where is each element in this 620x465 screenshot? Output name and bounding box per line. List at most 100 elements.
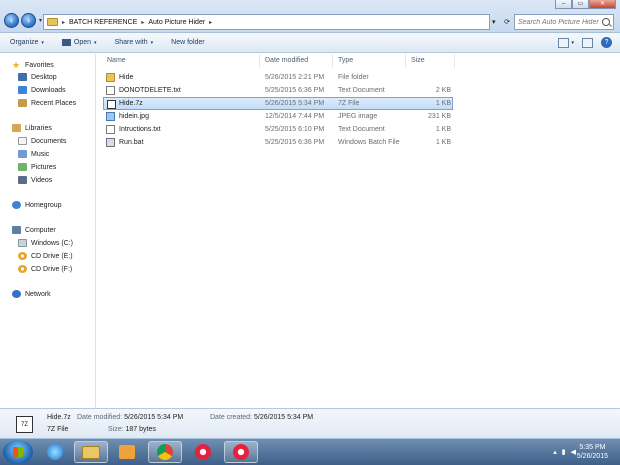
file-name: DONOTDELETE.txt [119,87,181,94]
nav-music[interactable]: Music [18,150,49,158]
network-tray-icon[interactable]: ▮ [562,448,566,456]
taskbar: ▴ ▮ ◀ 5:35 PM 5/26/2015 [0,438,620,465]
maximize-button[interactable]: ▭ [572,0,589,9]
file-row[interactable]: hidein.jpg 12/5/2014 7:44 PM JPEG image … [103,110,453,123]
show-hidden-icons-icon[interactable]: ▴ [553,448,557,456]
new-folder-button[interactable]: New folder [171,39,204,46]
file-row[interactable]: DONOTDELETE.txt 5/25/2015 6:36 PM Text D… [103,84,453,97]
file-size: 1 KB [435,126,451,133]
minimize-button[interactable]: – [555,0,572,9]
file-name: hidein.jpg [119,113,149,120]
file-row[interactable]: Hide 5/26/2015 2:21 PM File folder [103,71,453,84]
itunes-icon [195,444,211,460]
file-row[interactable]: Intructions.txt 5/25/2015 6:10 PM Text D… [103,123,453,136]
taskbar-media-player[interactable] [110,441,144,463]
search-icon[interactable] [602,18,610,26]
nav-recent-places[interactable]: Recent Places [18,99,76,107]
file-date: 5/25/2015 6:36 PM [265,87,325,94]
clock[interactable]: 5:35 PM 5/26/2015 [577,443,608,461]
refresh-icon[interactable]: ⟳ [504,18,510,26]
chevron-down-icon[interactable]: ▾ [571,40,574,46]
media-player-icon [119,445,135,459]
taskbar-itunes[interactable] [186,441,220,463]
file-size: 1 KB [435,139,451,146]
details-size-label: Size: [108,426,124,433]
share-with-button[interactable]: Share with ▾ [115,39,154,46]
nav-downloads[interactable]: Downloads [18,86,66,94]
videos-icon [18,176,27,184]
archive-icon [107,100,116,109]
taskbar-chrome[interactable] [148,441,182,463]
nav-documents[interactable]: Documents [18,137,66,145]
open-icon [61,39,71,46]
nav-homegroup[interactable]: Homegroup [12,201,62,209]
nav-videos[interactable]: Videos [18,176,52,184]
recent-places-icon [18,99,27,107]
change-view-icon[interactable] [558,37,570,48]
search-input[interactable] [518,18,602,26]
nav-label: CD Drive (E:) [31,252,73,260]
file-date: 5/26/2015 5:34 PM [265,100,325,107]
image-icon [106,112,115,121]
clock-time: 5:35 PM [579,444,606,451]
nav-desktop[interactable]: Desktop [18,73,57,81]
volume-icon[interactable]: ◀ [571,448,576,456]
organize-label: Organize [10,39,39,46]
documents-icon [18,137,27,145]
details-date-modified-value: 5/26/2015 5:34 PM [124,414,184,421]
clock-date: 5/26/2015 [576,453,608,460]
nav-computer[interactable]: Computer [12,226,56,234]
column-header-name[interactable]: Name [107,57,126,64]
itunes-icon [233,444,249,460]
file-size: 1 KB [435,100,451,107]
chevron-right-icon[interactable]: ▸ [62,19,65,26]
column-divider[interactable] [405,54,406,68]
nav-label: Recent Places [31,99,77,107]
column-divider[interactable] [454,54,455,68]
column-header-type[interactable]: Type [338,57,353,64]
chevron-right-icon[interactable]: ▸ [141,19,144,26]
forward-button[interactable]: › [21,13,36,28]
back-button[interactable]: ‹ [4,13,19,28]
organize-button[interactable]: Organize ▾ [10,39,44,46]
close-button[interactable]: ✕ [589,0,616,9]
nav-network[interactable]: Network [12,290,51,298]
breadcrumb-batch-reference[interactable]: BATCH REFERENCE [69,19,137,26]
window-controls: – ▭ ✕ [555,0,616,9]
view-controls: ▾ ? [550,37,612,48]
file-row-selected[interactable]: Hide.7z 5/26/2015 5:34 PM 7Z File 1 KB [103,97,453,110]
nav-label: Homegroup [25,201,62,209]
nav-drive-e[interactable]: CD Drive (E:) [18,252,73,260]
recent-pages-dropdown[interactable]: ▾ [39,17,42,24]
column-divider[interactable] [259,54,260,68]
nav-label: Pictures [31,163,57,171]
help-icon[interactable]: ? [601,37,612,48]
nav-libraries[interactable]: Libraries [12,124,52,132]
nav-drive-c[interactable]: Windows (C:) [18,239,73,247]
file-row[interactable]: Run.bat 5/25/2015 6:36 PM Windows Batch … [103,136,453,149]
preview-pane-icon[interactable] [582,37,593,48]
file-type: Text Document [338,87,385,94]
command-bar: Organize ▾ Open ▾ Share with ▾ New folder ▾… [0,33,620,53]
taskbar-itunes-2[interactable] [224,441,258,463]
chevron-right-icon[interactable]: ▸ [209,19,212,26]
nav-pictures[interactable]: Pictures [18,163,56,171]
address-bar[interactable]: ▸ BATCH REFERENCE ▸ Auto Picture Hider ▸ [43,14,490,30]
search-box[interactable] [514,14,614,30]
column-header-size[interactable]: Size [411,57,425,64]
chevron-down-icon: ▾ [41,39,44,46]
open-button[interactable]: Open ▾ [61,39,97,46]
column-header-date[interactable]: Date modified [265,57,308,64]
taskbar-windows-explorer[interactable] [74,441,108,463]
nav-favorites[interactable]: ★ Favorites [12,61,54,70]
folder-icon [47,18,58,26]
address-dropdown-icon[interactable]: ▾ [492,18,496,26]
nav-drive-f[interactable]: CD Drive (F:) [18,265,72,273]
column-divider[interactable] [332,54,333,68]
start-button[interactable] [3,440,33,464]
share-with-label: Share with [114,39,148,46]
breadcrumb-auto-picture-hider[interactable]: Auto Picture Hider [148,19,205,26]
address-controls: ▾ ⟳ [490,14,512,30]
taskbar-internet-explorer[interactable] [38,441,72,463]
file-type: File folder [338,74,369,81]
